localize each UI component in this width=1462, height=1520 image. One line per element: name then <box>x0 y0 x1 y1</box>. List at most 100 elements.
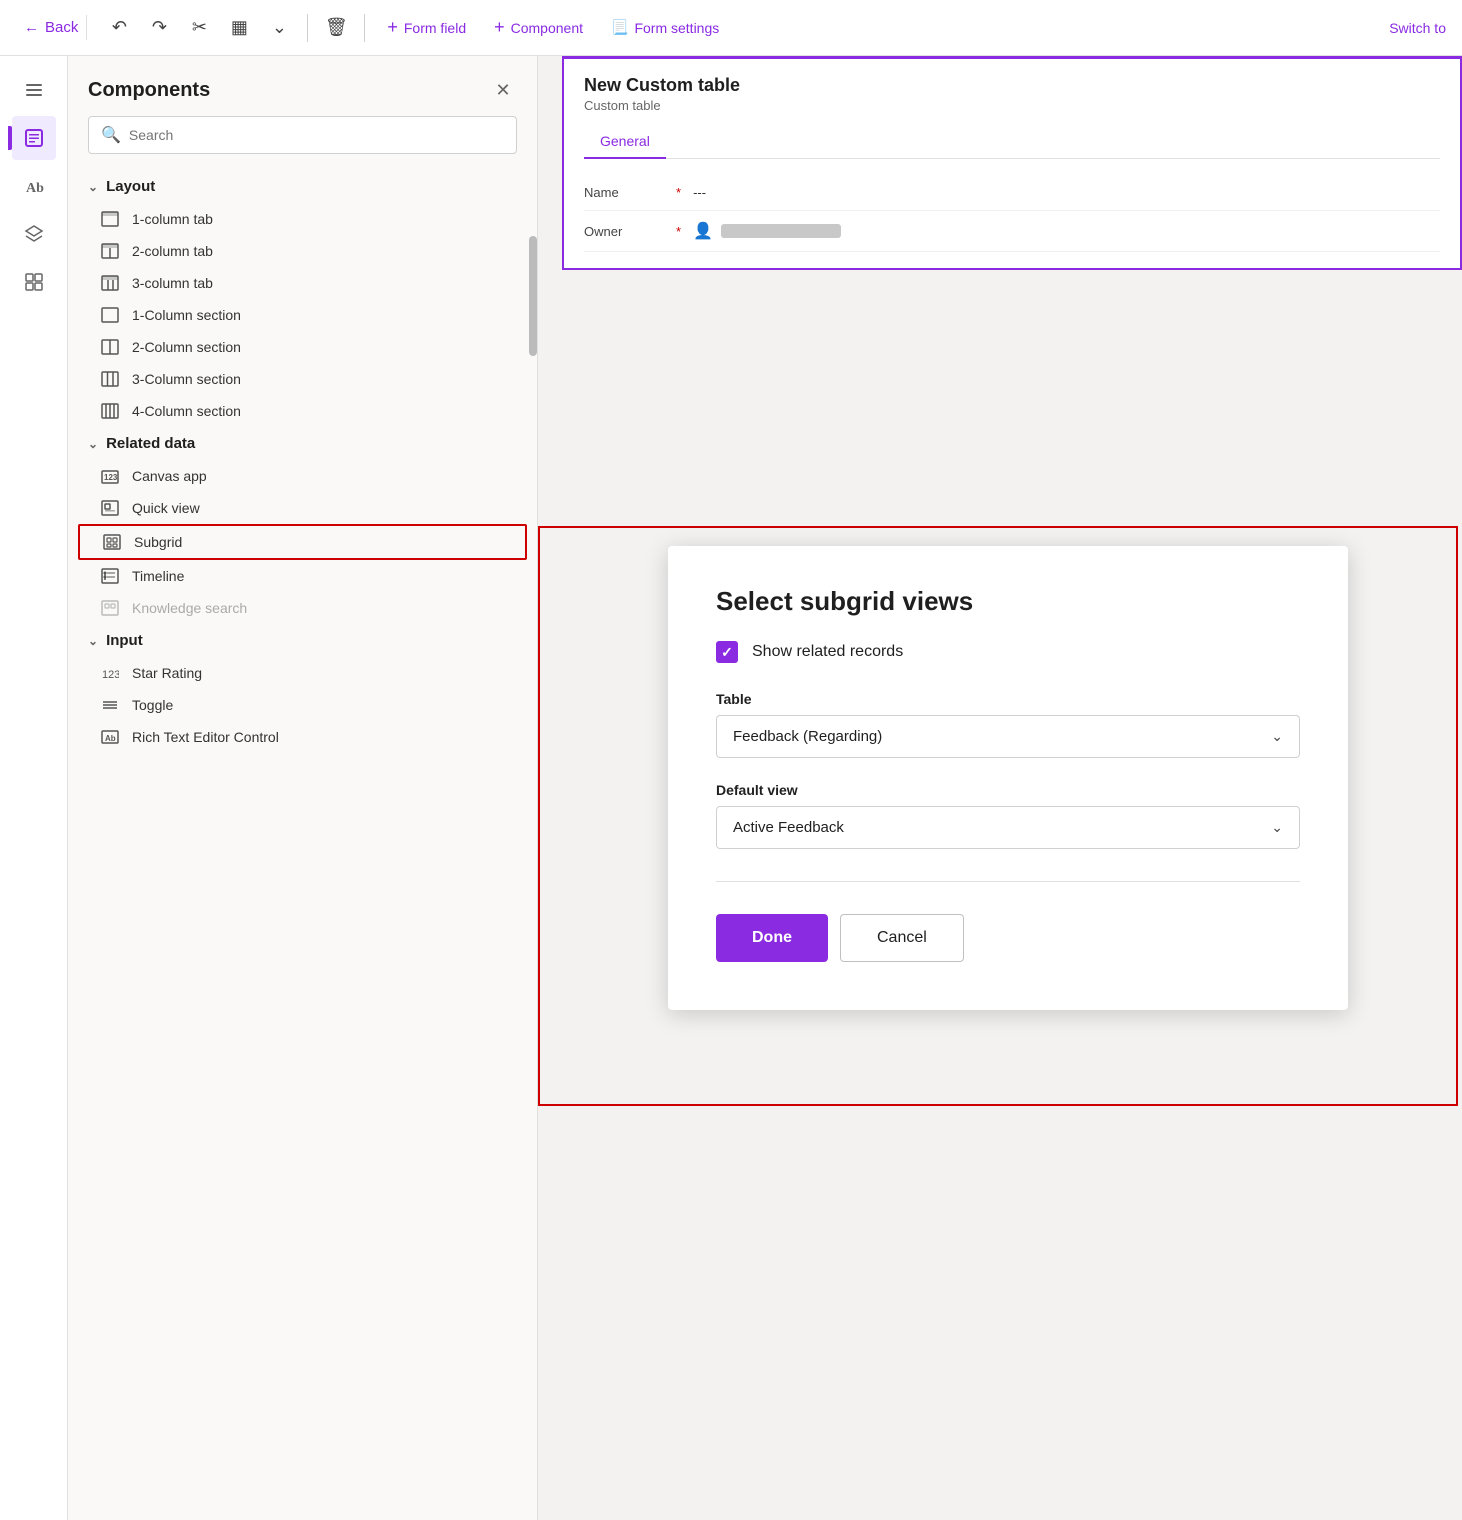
back-button[interactable]: ← Back <box>16 15 87 40</box>
toolbar-separator-1 <box>307 14 308 42</box>
checkmark-icon: ✓ <box>721 644 733 661</box>
3col-tab-label: 3-column tab <box>132 275 213 291</box>
redo-button[interactable]: ↷ <box>143 12 175 44</box>
text-icon: Ab <box>24 176 44 196</box>
item-1-column-section[interactable]: 1-Column section <box>68 299 537 331</box>
item-timeline[interactable]: Timeline <box>68 560 537 592</box>
chevron-input-icon: ⌄ <box>88 634 98 648</box>
timeline-label: Timeline <box>132 568 184 584</box>
component-label: Component <box>511 20 583 36</box>
form-settings-button[interactable]: 📃 Form settings <box>601 15 729 40</box>
nav-layers[interactable] <box>12 212 56 256</box>
svg-text:Ab: Ab <box>26 181 44 196</box>
item-subgrid[interactable]: Subgrid <box>78 524 527 560</box>
owner-person-icon: 👤 <box>693 221 713 241</box>
star-rating-label: Star Rating <box>132 665 202 681</box>
item-toggle[interactable]: Toggle <box>68 689 537 721</box>
nav-text[interactable]: Ab <box>12 164 56 208</box>
item-3-column-section[interactable]: 3-Column section <box>68 363 537 395</box>
back-arrow-icon: ← <box>24 19 39 36</box>
field-owner-label: Owner <box>584 224 664 239</box>
item-star-rating[interactable]: 123 Star Rating <box>68 657 537 689</box>
rich-text-label: Rich Text Editor Control <box>132 729 279 745</box>
search-input[interactable] <box>129 127 504 143</box>
section-related-header[interactable]: ⌄ Related data <box>68 427 537 460</box>
3col-section-label: 3-Column section <box>132 371 241 387</box>
item-quick-view[interactable]: Quick view <box>68 492 537 524</box>
nav-components[interactable] <box>12 260 56 304</box>
field-name-row: Name * --- <box>584 175 1440 211</box>
cancel-button[interactable]: Cancel <box>840 914 964 962</box>
form-settings-icon: 📃 <box>611 19 628 36</box>
section-input-header[interactable]: ⌄ Input <box>68 624 537 657</box>
sidebar-close-button[interactable]: ✕ <box>489 76 517 104</box>
section-related-label: Related data <box>106 435 195 452</box>
cut-button[interactable]: ✂ <box>183 12 215 44</box>
svg-text:123: 123 <box>104 473 118 482</box>
sidebar-header: Components ✕ <box>68 56 537 116</box>
item-rich-text-editor[interactable]: Ab Rich Text Editor Control <box>68 721 537 753</box>
form-field-button[interactable]: + Form field <box>377 13 476 42</box>
2col-tab-label: 2-column tab <box>132 243 213 259</box>
form-panel-title: New Custom table <box>584 75 1440 96</box>
subgrid-icon <box>102 534 122 550</box>
item-canvas-app[interactable]: 123 Canvas app <box>68 460 537 492</box>
rich-text-icon: Ab <box>100 729 120 745</box>
table-chevron-icon: ⌄ <box>1271 728 1283 745</box>
forms-icon <box>24 128 44 148</box>
chevron-related-icon: ⌄ <box>88 437 98 451</box>
1col-section-icon <box>100 307 120 323</box>
item-2-column-tab[interactable]: 2-column tab <box>68 235 537 267</box>
chevron-layout-icon: ⌄ <box>88 180 98 194</box>
form-tabs: General <box>584 125 1440 159</box>
dialog-buttons: Done Cancel <box>716 914 1300 962</box>
left-nav: Ab <box>0 56 68 1520</box>
item-4-column-section[interactable]: 4-Column section <box>68 395 537 427</box>
star-rating-icon: 123 <box>100 665 120 681</box>
timeline-icon <box>100 568 120 584</box>
toolbar-separator-2 <box>364 14 365 42</box>
form-panel: New Custom table Custom table General Na… <box>562 56 1462 270</box>
field-name-label: Name <box>584 185 664 200</box>
1col-section-label: 1-Column section <box>132 307 241 323</box>
canvas-app-label: Canvas app <box>132 468 207 484</box>
delete-button[interactable]: 🗑 <box>320 12 352 44</box>
show-related-records-row: ✓ Show related records <box>716 641 1300 663</box>
form-panel-subtitle: Custom table <box>584 98 1440 113</box>
dialog-divider <box>716 881 1300 882</box>
section-layout-label: Layout <box>106 178 155 195</box>
table-select[interactable]: Feedback (Regarding) ⌄ <box>716 715 1300 758</box>
knowledge-search-label: Knowledge search <box>132 600 247 616</box>
component-button[interactable]: + Component <box>484 13 593 42</box>
quick-view-label: Quick view <box>132 500 200 516</box>
dialog-overlay: Select subgrid views ✓ Show related reco… <box>558 546 1458 1010</box>
default-view-group: Default view Active Feedback ⌄ <box>716 782 1300 849</box>
main-content: New Custom table Custom table General Na… <box>538 56 1462 1520</box>
3col-section-icon <box>100 371 120 387</box>
default-view-select[interactable]: Active Feedback ⌄ <box>716 806 1300 849</box>
4col-section-icon <box>100 403 120 419</box>
1col-tab-label: 1-column tab <box>132 211 213 227</box>
nav-forms[interactable] <box>12 116 56 160</box>
item-1-column-tab[interactable]: 1-column tab <box>68 203 537 235</box>
tab-general[interactable]: General <box>584 125 666 159</box>
select-subgrid-dialog: Select subgrid views ✓ Show related reco… <box>668 546 1348 1010</box>
owner-blurred-value <box>721 224 841 238</box>
scrollbar-thumb[interactable] <box>529 236 537 356</box>
dropdown-button[interactable]: ⌄ <box>263 12 295 44</box>
section-layout-header[interactable]: ⌄ Layout <box>68 170 537 203</box>
switch-button[interactable]: Switch to <box>1389 20 1446 36</box>
table-value: Feedback (Regarding) <box>733 728 882 745</box>
form-canvas: New Custom table Custom table General Na… <box>538 56 1462 1520</box>
item-3-column-tab[interactable]: 3-column tab <box>68 267 537 299</box>
undo-button[interactable]: ↶ <box>103 12 135 44</box>
4col-section-label: 4-Column section <box>132 403 241 419</box>
done-button[interactable]: Done <box>716 914 828 962</box>
plus-icon-1: + <box>387 17 398 38</box>
item-knowledge-search: Knowledge search <box>68 592 537 624</box>
show-related-records-checkbox[interactable]: ✓ <box>716 641 738 663</box>
nav-menu[interactable] <box>12 68 56 112</box>
sidebar-title: Components <box>88 79 210 102</box>
copy-button[interactable]: ▦ <box>223 12 255 44</box>
item-2-column-section[interactable]: 2-Column section <box>68 331 537 363</box>
